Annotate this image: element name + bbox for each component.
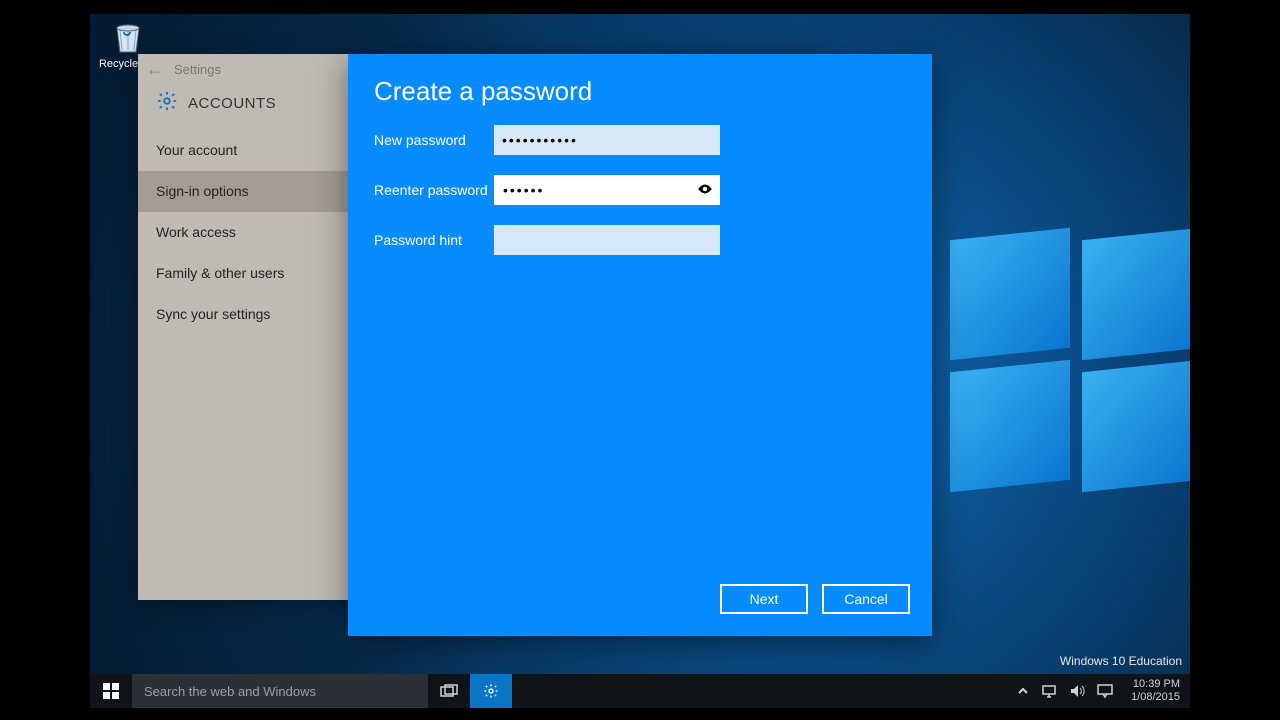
create-password-dialog: Create a password New password Reenter p… — [348, 54, 932, 636]
taskbar-app-settings[interactable] — [470, 674, 512, 708]
search-placeholder: Search the web and Windows — [144, 684, 316, 699]
back-icon[interactable]: ← — [146, 59, 174, 80]
accounts-heading: ACCOUNTS — [188, 95, 276, 112]
password-hint-label: Password hint — [374, 232, 494, 248]
taskbar-clock[interactable]: 10:39 PM 1/08/2015 — [1125, 678, 1180, 704]
reveal-password-icon[interactable] — [696, 180, 714, 203]
reenter-password-input[interactable] — [494, 175, 720, 205]
task-view-button[interactable] — [428, 674, 470, 708]
windows-logo-wallpaper — [950, 234, 1190, 494]
start-button[interactable] — [90, 674, 132, 708]
recycle-bin-icon — [110, 20, 146, 56]
network-icon[interactable] — [1041, 684, 1057, 698]
system-tray: 10:39 PM 1/08/2015 — [1007, 674, 1190, 708]
gear-icon — [156, 90, 178, 116]
password-hint-input[interactable] — [494, 225, 720, 255]
next-button[interactable]: Next — [720, 584, 808, 614]
gear-icon — [483, 683, 499, 699]
settings-title: Settings — [174, 62, 221, 77]
desktop: Windows 10 Education Recycle Bin ← Setti… — [90, 14, 1190, 674]
windows-icon — [103, 683, 119, 699]
task-view-icon — [440, 684, 458, 698]
reenter-password-label: Reenter password — [374, 182, 494, 198]
cancel-button[interactable]: Cancel — [822, 584, 910, 614]
new-password-label: New password — [374, 132, 494, 148]
action-center-icon[interactable] — [1097, 684, 1113, 698]
edition-watermark: Windows 10 Education — [1060, 654, 1182, 668]
volume-icon[interactable] — [1069, 684, 1085, 698]
clock-time: 10:39 PM — [1131, 678, 1180, 691]
new-password-input[interactable] — [494, 125, 720, 155]
taskbar-search[interactable]: Search the web and Windows — [132, 674, 428, 708]
tray-overflow-icon[interactable] — [1017, 685, 1029, 697]
dialog-title: Create a password — [348, 54, 932, 125]
clock-date: 1/08/2015 — [1131, 691, 1180, 704]
taskbar: Search the web and Windows 10:39 PM 1/08… — [90, 674, 1190, 708]
